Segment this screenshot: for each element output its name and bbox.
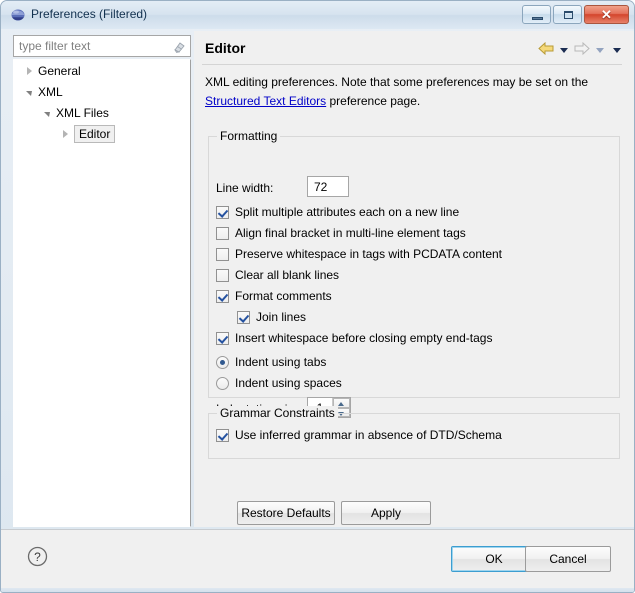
checkbox-box[interactable]: [216, 428, 229, 442]
preferences-window: Preferences (Filtered) ✕ type filter tex…: [0, 0, 635, 593]
preference-page: Editor XML editing preferences. Note tha…: [194, 31, 634, 527]
checkbox-box[interactable]: [216, 226, 229, 240]
radio-button[interactable]: [216, 376, 229, 390]
checkbox-label: Preserve whitespace in tags with PCDATA …: [235, 247, 503, 261]
page-description: XML editing preferences. Note that some …: [205, 73, 623, 111]
tree-item-xml[interactable]: XML: [14, 81, 190, 102]
checkbox-label: Join lines: [256, 310, 307, 324]
radio-label: Indent using tabs: [235, 355, 327, 369]
checkbox-box[interactable]: [216, 205, 229, 219]
forward-dropdown-icon[interactable]: [596, 47, 604, 53]
checkbox-box[interactable]: [216, 289, 229, 303]
checkbox-box[interactable]: [237, 310, 250, 324]
tree-item-general[interactable]: General: [14, 60, 190, 81]
filter-input[interactable]: type filter text: [13, 35, 191, 57]
checkbox-use-inferred-grammar[interactable]: Use inferred grammar in absence of DTD/S…: [216, 428, 502, 442]
tree-item-label: General: [38, 63, 81, 78]
tree-item-label: XML: [38, 84, 63, 99]
line-width-row: Line width:: [216, 181, 273, 195]
back-dropdown-icon[interactable]: [560, 47, 568, 53]
maximize-icon: [564, 11, 573, 19]
window-bottom-strip: [1, 588, 634, 592]
checkbox-label: Use inferred grammar in absence of DTD/S…: [235, 428, 502, 442]
filter-input-text: type filter text: [19, 39, 91, 53]
radio-indent-using-spaces[interactable]: Indent using spaces: [216, 376, 342, 390]
checkbox-label: Split multiple attributes each on a new …: [235, 205, 460, 219]
close-button[interactable]: ✕: [584, 5, 629, 24]
line-width-value: 72: [314, 179, 328, 194]
checkbox-insert-whitespace[interactable]: Insert whitespace before closing empty e…: [216, 331, 492, 345]
checkbox-align-final-bracket[interactable]: Align final bracket in multi-line elemen…: [216, 226, 466, 240]
line-width-label: Line width:: [216, 181, 274, 195]
title-divider: [202, 64, 622, 65]
eraser-icon[interactable]: [172, 40, 186, 54]
checkbox-label: Format comments: [235, 289, 332, 303]
page-title: Editor: [205, 40, 246, 56]
minimize-button[interactable]: [522, 5, 551, 24]
checkbox-format-comments[interactable]: Format comments: [216, 289, 332, 303]
help-question-icon[interactable]: ?: [27, 546, 48, 567]
eclipse-sphere-icon: [11, 8, 25, 22]
tree-item-xml-files[interactable]: XML Files: [14, 102, 190, 123]
checkbox-split-attributes[interactable]: Split multiple attributes each on a new …: [216, 205, 459, 219]
preference-tree[interactable]: General XML XML Files Editor: [13, 59, 191, 527]
chevron-right-icon[interactable]: [58, 123, 72, 144]
formatting-group-title: Formatting: [217, 129, 281, 143]
restore-defaults-button[interactable]: Restore Defaults: [237, 501, 335, 525]
window-controls: ✕: [522, 5, 629, 24]
radio-label: Indent using spaces: [235, 376, 342, 390]
back-arrow-icon[interactable]: [538, 41, 554, 58]
checkbox-label: Insert whitespace before closing empty e…: [235, 331, 493, 345]
dialog-footer: ? OK Cancel: [1, 530, 634, 588]
maximize-button[interactable]: [553, 5, 582, 24]
tree-item-label: Editor: [74, 124, 116, 143]
radio-indent-using-tabs[interactable]: Indent using tabs: [216, 355, 326, 369]
chevron-right-icon[interactable]: [22, 60, 36, 81]
description-text-after: preference page.: [326, 94, 421, 108]
dialog-body: type filter text General XML XML Files E…: [1, 29, 634, 592]
radio-button[interactable]: [216, 355, 229, 369]
title-bar: Preferences (Filtered) ✕: [1, 1, 634, 29]
tree-item-label: XML Files: [56, 105, 109, 120]
chevron-down-icon[interactable]: [40, 102, 54, 123]
checkbox-box[interactable]: [216, 247, 229, 261]
checkbox-label: Align final bracket in multi-line elemen…: [235, 226, 466, 240]
window-title: Preferences (Filtered): [31, 7, 148, 21]
checkbox-box[interactable]: [216, 331, 229, 345]
forward-arrow-icon: [574, 41, 590, 58]
page-menu-icon[interactable]: [613, 47, 621, 53]
line-width-input[interactable]: 72: [307, 176, 349, 197]
grammar-group-title: Grammar Constraints: [217, 406, 338, 420]
close-icon: ✕: [601, 6, 612, 22]
page-navigation: [538, 41, 624, 58]
minimize-icon: [532, 17, 543, 20]
chevron-down-icon[interactable]: [22, 81, 36, 102]
checkbox-box[interactable]: [216, 268, 229, 282]
checkbox-join-lines[interactable]: Join lines: [237, 310, 306, 324]
tree-item-editor[interactable]: Editor: [14, 123, 190, 144]
apply-button[interactable]: Apply: [341, 501, 431, 525]
description-text-before: XML editing preferences. Note that some …: [205, 75, 589, 89]
cancel-button[interactable]: Cancel: [525, 546, 611, 572]
structured-text-editors-link[interactable]: Structured Text Editors: [205, 94, 326, 108]
checkbox-preserve-whitespace[interactable]: Preserve whitespace in tags with PCDATA …: [216, 247, 502, 261]
svg-text:?: ?: [34, 550, 41, 564]
checkbox-label: Clear all blank lines: [235, 268, 340, 282]
checkbox-clear-blank-lines[interactable]: Clear all blank lines: [216, 268, 339, 282]
